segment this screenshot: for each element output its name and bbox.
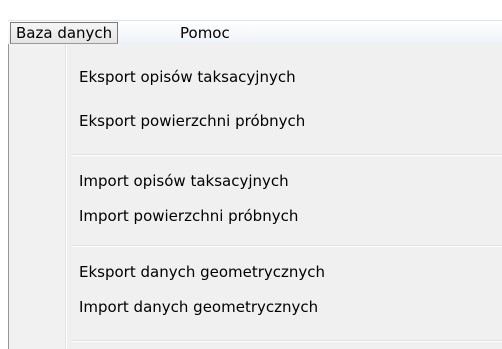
- menu-separator: [71, 245, 502, 247]
- menu-item-eksport-opisow[interactable]: Eksport opisów taksacyjnych: [79, 63, 296, 91]
- menu-baza-danych[interactable]: Baza danych: [10, 22, 119, 44]
- menu-separator: [71, 340, 502, 342]
- menu-bar: Baza danych Pomoc: [8, 20, 502, 44]
- menu-item-import-powierzchni[interactable]: Import powierzchni próbnych: [79, 202, 298, 230]
- dropdown-menu: Eksport opisów taksacyjnych Eksport powi…: [8, 44, 502, 349]
- menu-item-eksport-geometrycznych[interactable]: Eksport danych geometrycznych: [79, 258, 325, 286]
- gutter-divider-highlight: [66, 44, 67, 349]
- menu-item-import-geometrycznych[interactable]: Import danych geometrycznych: [79, 293, 318, 321]
- menu-pomoc[interactable]: Pomoc: [174, 22, 236, 44]
- menu-item-import-opisow[interactable]: Import opisów taksacyjnych: [79, 167, 289, 195]
- menu-separator: [71, 154, 502, 156]
- menu-item-eksport-powierzchni[interactable]: Eksport powierzchni próbnych: [79, 107, 305, 135]
- icon-gutter: [9, 44, 65, 349]
